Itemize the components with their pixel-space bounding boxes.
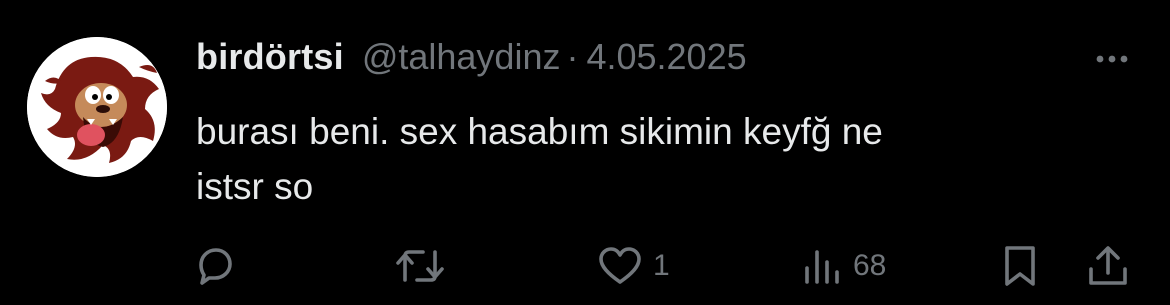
reply-button[interactable] xyxy=(193,236,237,296)
share-upload-icon xyxy=(1086,243,1130,289)
heart-icon xyxy=(597,244,643,288)
retweet-arrows-icon xyxy=(395,244,445,288)
share-button[interactable] xyxy=(1086,236,1130,296)
bookmark-icon xyxy=(1000,243,1040,289)
tweet-text-line: burası beni. sex hasabım sikimin keyfğ n… xyxy=(196,111,883,152)
separator-dot: · xyxy=(566,36,579,77)
reply-bubble-icon xyxy=(193,244,237,288)
tweet-text-line: istsr so xyxy=(196,166,314,207)
more-options-icon[interactable] xyxy=(1092,44,1132,74)
tweet-date[interactable]: 4.05.2025 xyxy=(586,36,746,78)
tweet-card[interactable]: birdörtsi @talhaydinz · 4.05.2025 burası… xyxy=(0,0,1170,305)
tweet-header: birdörtsi @talhaydinz · 4.05.2025 xyxy=(196,36,747,86)
views-count: 68 xyxy=(853,249,887,282)
tasmanian-devil-avatar-image xyxy=(27,37,167,177)
views-button[interactable]: 68 xyxy=(801,236,886,296)
tweet-text: burası beni. sex hasabım sikimin keyfğ n… xyxy=(196,104,1096,214)
avatar[interactable] xyxy=(27,37,167,177)
display-name[interactable]: birdörtsi xyxy=(196,36,344,78)
like-button[interactable]: 1 xyxy=(597,236,670,296)
bar-chart-icon xyxy=(801,244,843,288)
like-count: 1 xyxy=(653,249,670,282)
bookmark-button[interactable] xyxy=(1000,236,1040,296)
action-bar: 1 68 xyxy=(0,236,1170,296)
retweet-button[interactable] xyxy=(395,236,445,296)
user-handle[interactable]: @talhaydinz xyxy=(362,36,561,78)
